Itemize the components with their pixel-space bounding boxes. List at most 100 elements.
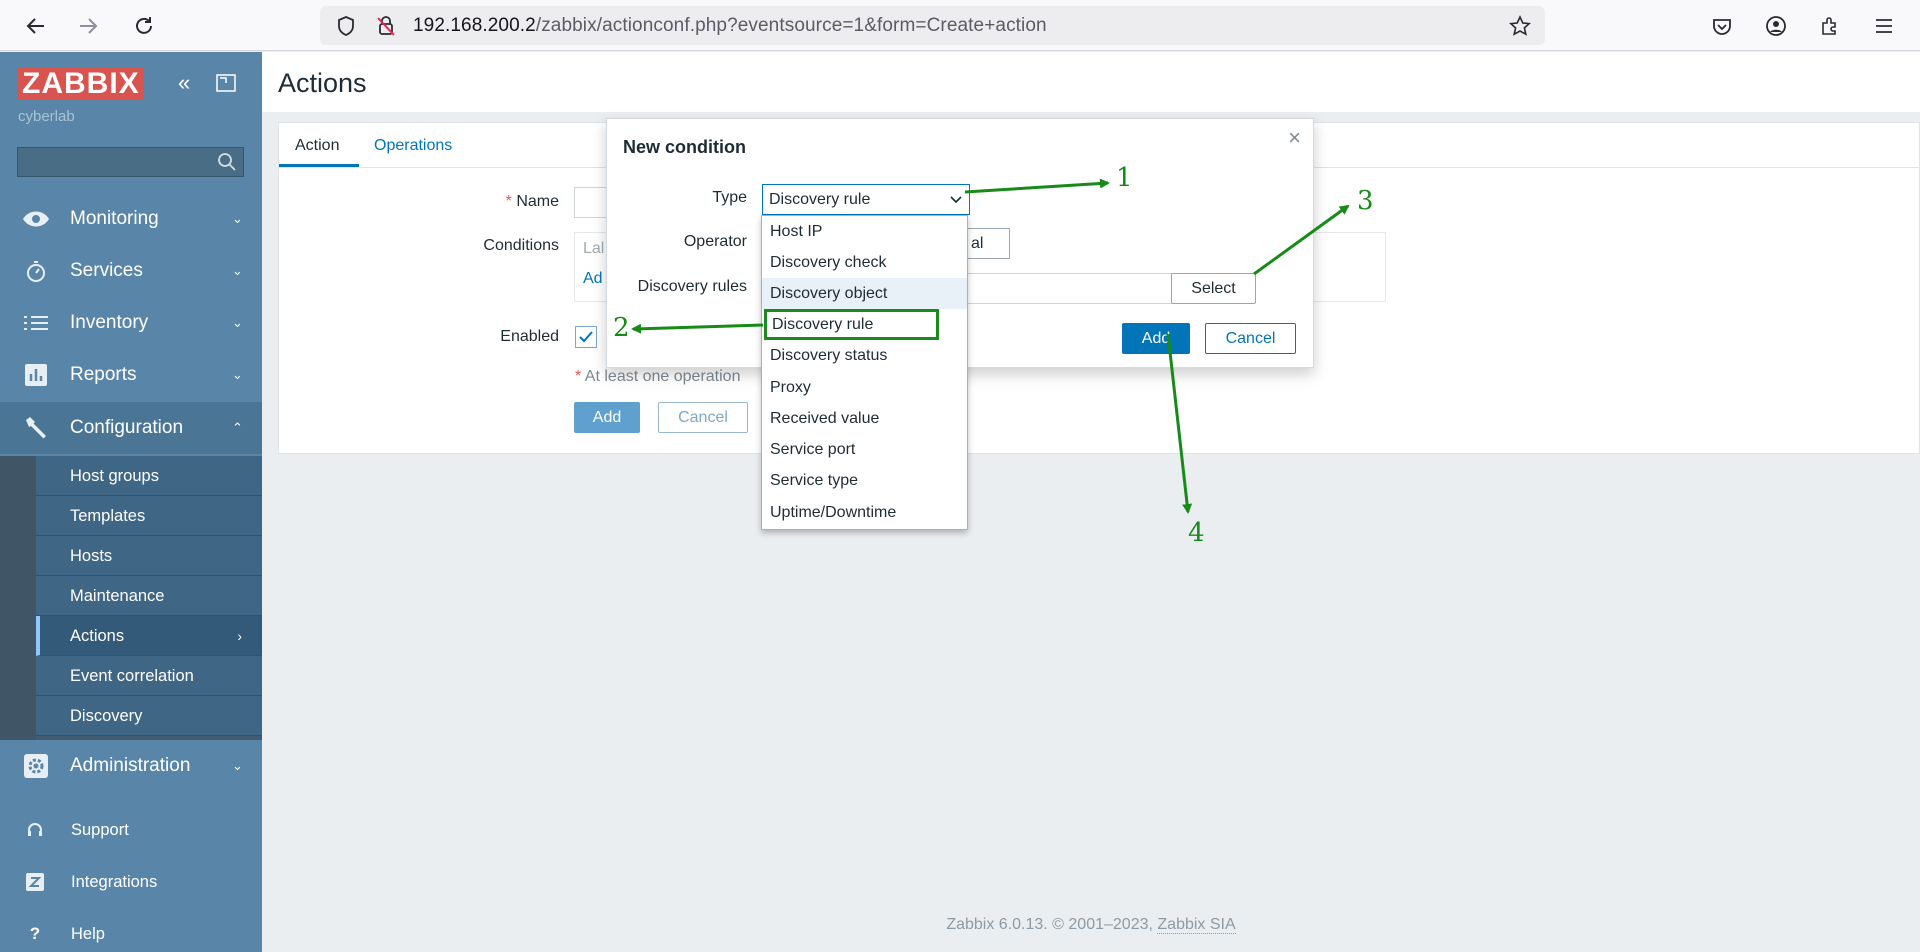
- dropdown-option-discovery-check[interactable]: Discovery check: [762, 247, 967, 278]
- url-text[interactable]: 192.168.200.2/zabbix/actionconf.php?even…: [413, 6, 1047, 45]
- reload-icon[interactable]: [128, 10, 160, 42]
- menu-reports-label: Reports: [70, 364, 137, 385]
- menu-integrations[interactable]: Integrations: [0, 862, 262, 902]
- name-label-text: Name: [516, 193, 559, 210]
- dropdown-option-service-type[interactable]: Service type: [762, 465, 967, 496]
- sidebar-item-hosts[interactable]: Hosts: [36, 536, 262, 576]
- menu-administration[interactable]: Administration ⌄: [0, 740, 262, 792]
- menu-support-label: Support: [71, 820, 129, 839]
- footer-link[interactable]: Zabbix SIA: [1157, 916, 1236, 934]
- menu-inventory[interactable]: Inventory ⌄: [0, 297, 262, 349]
- hamburger-menu-icon[interactable]: [1868, 10, 1900, 42]
- url-host: 192.168.200.2: [413, 15, 536, 36]
- sidebar-item-host-groups[interactable]: Host groups: [36, 456, 262, 496]
- dropdown-option-received-value[interactable]: Received value: [762, 403, 967, 434]
- chevron-down-icon: ⌄: [232, 758, 243, 773]
- shield-icon[interactable]: [332, 6, 360, 45]
- sidebar-item-templates[interactable]: Templates: [36, 496, 262, 536]
- discovery-rules-input[interactable]: [957, 273, 1172, 304]
- type-dropdown-list: Host IP Discovery check Discovery object…: [761, 215, 968, 530]
- page-title: Actions: [278, 68, 367, 98]
- annotation-label-2: 2: [613, 313, 630, 343]
- extensions-icon[interactable]: [1814, 10, 1846, 42]
- dropdown-option-discovery-status[interactable]: Discovery status: [762, 340, 967, 371]
- footer-text: Zabbix 6.0.13. © 2001–2023,: [946, 916, 1153, 933]
- question-icon: ?: [29, 924, 41, 943]
- operations-note-text: At least one operation: [584, 368, 741, 385]
- type-select[interactable]: Discovery rule: [762, 184, 970, 215]
- menu-reports[interactable]: Reports ⌄: [0, 349, 262, 401]
- dropdown-option-uptime-downtime[interactable]: Uptime/Downtime: [762, 497, 967, 528]
- add-button[interactable]: Add: [574, 402, 640, 433]
- menu-inventory-label: Inventory: [70, 312, 149, 333]
- menu-help[interactable]: ? Help: [0, 914, 262, 952]
- menu-monitoring[interactable]: Monitoring ⌄: [0, 193, 262, 245]
- zabbix-logo[interactable]: ZABBIX: [18, 68, 144, 100]
- bar-chart-icon: [20, 363, 52, 387]
- add-condition-link[interactable]: Ad: [583, 270, 603, 288]
- close-icon[interactable]: ×: [1288, 125, 1301, 151]
- dialog-add-button[interactable]: Add: [1122, 323, 1190, 354]
- operator-option[interactable]: al: [964, 228, 1010, 259]
- chevron-down-icon: ⌄: [232, 211, 243, 226]
- collapse-sidebar-icon[interactable]: «: [178, 70, 190, 96]
- menu-help-label: Help: [71, 924, 105, 943]
- account-icon[interactable]: [1760, 10, 1792, 42]
- operations-note: * At least one operation: [575, 368, 740, 386]
- tab-action[interactable]: Action: [295, 137, 339, 155]
- dropdown-option-proxy[interactable]: Proxy: [762, 372, 967, 403]
- insecure-lock-icon[interactable]: [372, 6, 400, 45]
- dropdown-option-discovery-object[interactable]: Discovery object: [762, 278, 967, 309]
- type-select-value: Discovery rule: [769, 191, 871, 208]
- menu-services[interactable]: Services ⌄: [0, 245, 262, 297]
- forward-icon[interactable]: [72, 10, 104, 42]
- conditions-label: Conditions: [483, 237, 559, 254]
- wrench-icon: [20, 416, 52, 440]
- chevron-right-icon: ›: [237, 628, 242, 644]
- sidebar-item-event-correlation[interactable]: Event correlation: [36, 656, 262, 696]
- menu-administration-label: Administration: [70, 755, 191, 776]
- menu-services-label: Services: [70, 260, 143, 281]
- menu-monitoring-label: Monitoring: [70, 208, 159, 229]
- select-button[interactable]: Select: [1171, 273, 1256, 304]
- sidebar-item-maintenance[interactable]: Maintenance: [36, 576, 262, 616]
- sidebar: ZABBIX « cyberlab Monitoring ⌄ Services …: [0, 52, 262, 952]
- pocket-icon[interactable]: [1706, 10, 1738, 42]
- required-marker: *: [505, 193, 517, 210]
- gear-icon: [20, 754, 52, 778]
- chevron-up-icon: ⌃: [232, 420, 243, 435]
- cancel-button[interactable]: Cancel: [658, 402, 748, 433]
- dialog-cancel-button[interactable]: Cancel: [1205, 323, 1296, 354]
- configuration-submenu: Host groups Templates Hosts Maintenance …: [0, 456, 262, 740]
- back-icon[interactable]: [20, 10, 52, 42]
- tab-operations[interactable]: Operations: [374, 137, 452, 155]
- sidebar-search-input[interactable]: [17, 147, 244, 177]
- dropdown-option-service-port[interactable]: Service port: [762, 434, 967, 465]
- conditions-col-label: Lal: [583, 240, 605, 257]
- eye-icon: [20, 207, 52, 231]
- url-path: /zabbix/actionconf.php?eventsource=1&for…: [535, 15, 1047, 36]
- annotation-label-1: 1: [1116, 163, 1133, 193]
- search-icon[interactable]: [217, 152, 237, 177]
- browser-toolbar: 192.168.200.2/zabbix/actionconf.php?even…: [0, 0, 1920, 51]
- annotation-label-4: 4: [1188, 518, 1205, 548]
- submenu-strip: [0, 456, 36, 740]
- enabled-checkbox[interactable]: [575, 326, 597, 348]
- chevron-down-icon: ⌄: [232, 263, 243, 278]
- menu-configuration[interactable]: Configuration ⌃: [0, 402, 262, 454]
- dropdown-option-host-ip[interactable]: Host IP: [762, 216, 967, 247]
- enabled-label: Enabled: [500, 328, 559, 345]
- headset-icon: [22, 821, 48, 839]
- page-header: Actions: [262, 52, 1920, 112]
- kiosk-mode-icon[interactable]: [216, 72, 236, 98]
- annotation-label-3: 3: [1357, 186, 1374, 216]
- dropdown-option-discovery-rule[interactable]: Discovery rule: [764, 309, 939, 340]
- sidebar-item-discovery[interactable]: Discovery: [36, 696, 262, 736]
- type-label: Type: [712, 189, 747, 206]
- bookmark-star-icon[interactable]: [1506, 6, 1534, 45]
- server-name: cyberlab: [18, 108, 75, 125]
- chevron-down-icon: ⌄: [232, 367, 243, 382]
- address-bar[interactable]: 192.168.200.2/zabbix/actionconf.php?even…: [320, 6, 1545, 45]
- menu-support[interactable]: Support: [0, 810, 262, 850]
- sidebar-item-actions[interactable]: Actions ›: [36, 616, 262, 656]
